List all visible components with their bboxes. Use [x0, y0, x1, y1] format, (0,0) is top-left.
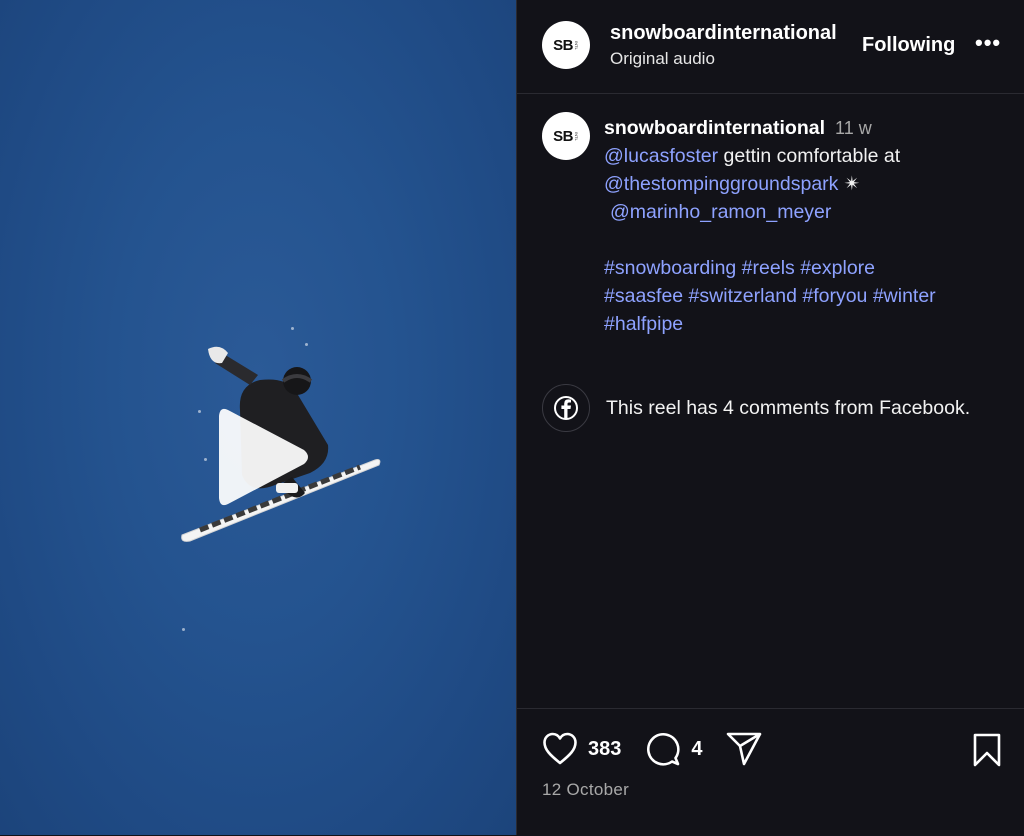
hashtags-line[interactable]: #snowboarding #reels #explore: [604, 254, 1024, 282]
facebook-comments-text: This reel has 4 comments from Facebook.: [606, 396, 971, 419]
avatar-initials: SB: [553, 36, 573, 54]
reel-video[interactable]: [0, 0, 516, 835]
avatar-initials: SB: [553, 127, 573, 145]
audio-link[interactable]: Original audio: [610, 49, 715, 69]
caption: snowboardinternational 11 w @lucasfoster …: [604, 114, 1024, 338]
facebook-icon: [542, 384, 590, 432]
mention-link[interactable]: @marinho_ramon_meyer: [610, 201, 831, 223]
comment-button[interactable]: 4: [645, 731, 703, 767]
avatar-small-text: INTL: [573, 40, 579, 50]
action-bar: 383 4: [542, 731, 763, 767]
post-time[interactable]: 11 w: [835, 118, 872, 138]
avatar-small-text: INTL: [573, 131, 579, 141]
share-button[interactable]: [725, 731, 763, 767]
post-header: SB INTL snowboardinternational Original a…: [517, 0, 1024, 94]
heart-icon: [543, 732, 577, 765]
comment-count: 4: [691, 737, 703, 760]
post-date[interactable]: 12 October: [542, 780, 629, 800]
following-button[interactable]: Following: [862, 34, 955, 57]
comment-bubble-icon: [647, 733, 680, 766]
like-button[interactable]: 383: [542, 732, 621, 766]
mention-link[interactable]: @thestompinggroundspark: [604, 173, 838, 195]
play-icon[interactable]: [214, 402, 314, 512]
like-count[interactable]: 383: [588, 738, 621, 761]
caption-text: gettin comfortable at: [718, 145, 901, 167]
post-details-panel: SB INTL snowboardinternational Original a…: [517, 0, 1024, 835]
save-button[interactable]: [972, 733, 1002, 772]
caption-username[interactable]: snowboardinternational: [604, 117, 825, 139]
snow-speck: [182, 628, 185, 631]
sparkle-emoji: ✴: [838, 173, 861, 195]
mention-link[interactable]: @lucasfoster: [604, 145, 718, 167]
snow-speck: [291, 327, 294, 330]
hashtags-line[interactable]: #halfpipe: [604, 310, 1024, 338]
facebook-comments-row[interactable]: This reel has 4 comments from Facebook.: [542, 384, 970, 432]
hashtags-line[interactable]: #saasfee #switzerland #foryou #winter: [604, 282, 1024, 310]
header-username[interactable]: snowboardinternational: [610, 22, 837, 45]
send-icon: [726, 732, 761, 766]
avatar[interactable]: SB INTL: [542, 21, 590, 69]
post-footer: 383 4 12 October: [517, 708, 1024, 836]
caption-avatar[interactable]: SB INTL: [542, 112, 590, 160]
reel-viewer: SB INTL snowboardinternational Original a…: [0, 0, 1024, 835]
more-options-button[interactable]: •••: [975, 30, 1001, 56]
bookmark-icon: [973, 733, 1001, 767]
